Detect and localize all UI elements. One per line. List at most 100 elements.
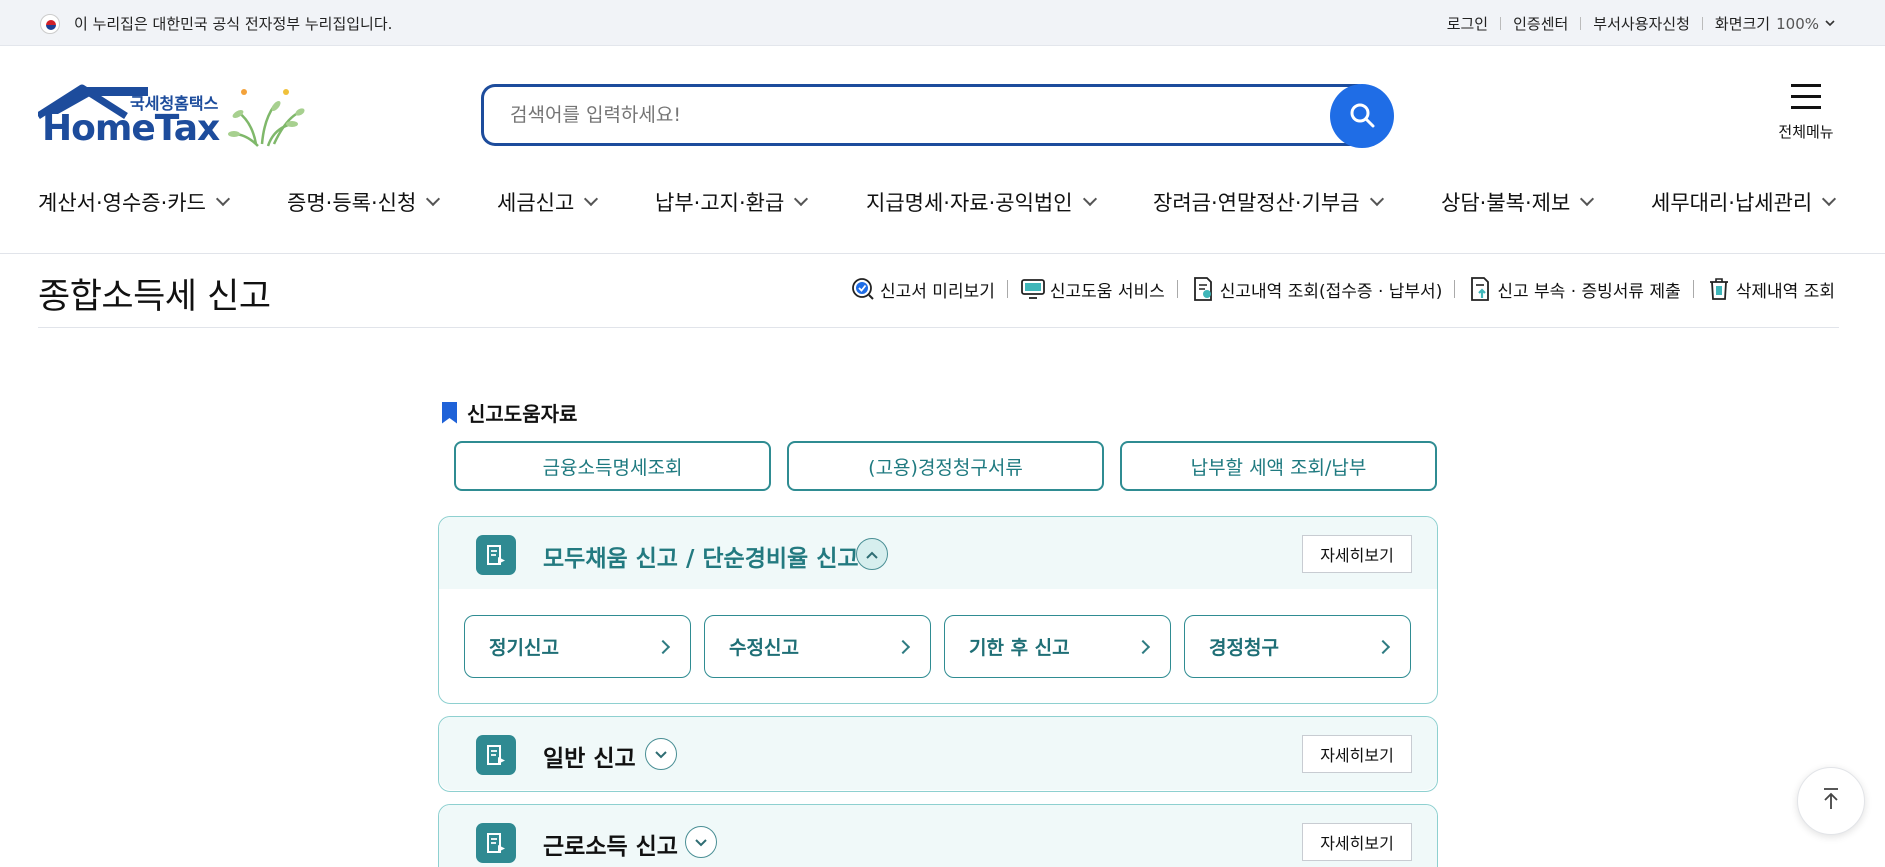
panel-header: 근로소득 신고 자세히보기 [439,805,1437,867]
divider [1454,280,1456,298]
refund-claim-button[interactable]: 경정청구 [1184,615,1411,678]
hometax-logo[interactable]: 국세청홈택스 HomeTax [36,84,308,154]
divider [1006,280,1008,298]
chevron-right-icon [895,639,911,654]
search-button[interactable] [1330,84,1394,148]
nav-item-incentives[interactable]: 장려금·연말정산·기부금 [1153,186,1384,218]
chevron-up-icon [865,545,879,564]
chevron-down-icon [426,191,441,207]
gov-notice-bar: 이 누리집은 대한민국 공식 전자정부 누리집입니다. 로그인 인증센터 부서사… [0,0,1885,46]
all-menu-label: 전체메뉴 [1778,123,1834,141]
nav-item-consulting[interactable]: 상담·불복·제보 [1441,186,1595,218]
nav-item-certificates[interactable]: 증명·등록·신청 [287,186,441,218]
regular-filing-button[interactable]: 정기신고 [464,615,691,678]
panel-earned-income-filing: 근로소득 신고 자세히보기 [438,804,1438,867]
nav-item-payment[interactable]: 납부·고지·환급 [655,186,809,218]
dept-user-apply-link[interactable]: 부서사용자신청 [1593,13,1690,34]
nav-item-label: 지급명세·자료·공익법인 [866,191,1073,215]
hamburger-icon [1791,84,1821,109]
detail-button[interactable]: 자세히보기 [1302,535,1412,573]
help-section-title: 신고도움자료 [442,398,577,427]
magnifier-check-icon [850,276,876,302]
gov-links: 로그인 인증센터 부서사용자신청 화면크기 100% [1447,13,1835,34]
document-search-icon [1190,276,1216,302]
gov-notice: 이 누리집은 대한민국 공식 전자정부 누리집입니다. [40,13,392,34]
panel-title: 일반 신고 [543,746,636,772]
panel-header: 모두채움 신고 / 단순경비율 신고 자세히보기 [439,517,1437,589]
search-input[interactable] [481,84,1347,146]
attachments-submit-link[interactable]: 신고 부속 · 증빙서류 제출 [1467,276,1681,302]
nav-item-invoices[interactable]: 계산서·영수증·카드 [38,186,230,218]
chevron-down-icon [1822,191,1837,207]
amended-filing-button[interactable]: 수정신고 [704,615,931,678]
divider [1692,280,1694,298]
util-label: 신고도움 서비스 [1049,281,1165,302]
panel-simple-filing: 모두채움 신고 / 단순경비율 신고 자세히보기 정기신고 수정신고 기한 후 … [438,516,1438,704]
filing-history-link[interactable]: 신고내역 조회(접수증 · 납부서) [1190,276,1443,302]
divider [1176,280,1178,298]
financial-income-button[interactable]: 금융소득명세조회 [454,441,771,491]
nav-item-tax-filing[interactable]: 세금신고 [497,186,599,218]
monitor-icon [1020,276,1046,302]
late-filing-button[interactable]: 기한 후 신고 [944,615,1171,678]
chevron-right-icon [1135,639,1151,654]
nav-item-label: 상담·불복·제보 [1441,191,1571,215]
expand-toggle[interactable] [685,826,717,858]
chevron-down-icon [584,191,599,207]
chevron-down-icon [215,191,230,207]
util-label: 삭제내역 조회 [1735,281,1835,302]
panel-title: 모두채움 신고 / 단순경비율 신고 [543,546,859,572]
logo-title: HomeTax [42,108,220,149]
util-label: 신고 부속 · 증빙서류 제출 [1497,281,1681,302]
search-icon [1348,101,1376,132]
chevron-down-icon [1580,191,1595,207]
nav-item-label: 세무대리·납세관리 [1651,191,1813,215]
nav-item-label: 증명·등록·신청 [287,191,417,215]
detail-button[interactable]: 자세히보기 [1302,823,1412,861]
nav-item-label: 납부·고지·환급 [655,191,785,215]
document-icon [476,535,516,575]
divider [1580,17,1582,30]
filing-help-link[interactable]: 신고도움 서비스 [1020,276,1165,302]
nav-item-tax-agent[interactable]: 세무대리·납세관리 [1651,186,1837,218]
document-upload-icon [1467,276,1493,302]
nav-item-statements[interactable]: 지급명세·자료·공익법인 [866,186,1097,218]
collapse-toggle[interactable] [856,538,888,570]
chevron-down-icon [694,833,708,852]
help-title-text: 신고도움자료 [467,402,578,426]
chevron-down-icon [1825,17,1835,30]
chevron-down-icon [1082,191,1097,207]
sub-button-label: 경정청구 [1209,637,1279,659]
tax-payment-query-button[interactable]: 납부할 세액 조회/납부 [1120,441,1437,491]
page-title: 종합소득세 신고 [38,277,271,317]
title-divider [38,327,1839,328]
sub-button-label: 정기신고 [489,637,559,659]
chevron-right-icon [655,639,671,654]
main-nav: 계산서·영수증·카드 증명·등록·신청 세금신고 납부·고지·환급 지급명세·자… [0,186,1885,254]
detail-button[interactable]: 자세히보기 [1302,735,1412,773]
korea-flag-icon [40,13,60,34]
gov-notice-text: 이 누리집은 대한민국 공식 전자정부 누리집입니다. [74,15,393,33]
arrow-up-icon [1821,787,1841,815]
chevron-right-icon [1375,639,1391,654]
cert-center-link[interactable]: 인증센터 [1513,13,1568,34]
bookmark-icon [442,401,457,424]
panel-title: 근로소득 신고 [543,834,678,860]
scroll-top-button[interactable] [1797,767,1865,835]
nav-item-label: 계산서·영수증·카드 [38,191,206,215]
login-link[interactable]: 로그인 [1447,13,1488,34]
deleted-history-link[interactable]: 삭제내역 조회 [1706,276,1835,302]
document-icon [476,735,516,775]
preview-form-link[interactable]: 신고서 미리보기 [850,276,995,302]
zoom-control[interactable]: 화면크기 100% [1715,13,1835,34]
util-label: 신고내역 조회(접수증 · 납부서) [1219,281,1443,302]
document-icon [476,823,516,863]
utility-links: 신고서 미리보기 신고도움 서비스 신고내역 조회(접수증 · 납부서) 신고 … [850,276,1835,302]
employment-refund-docs-button[interactable]: (고용)경정청구서류 [787,441,1104,491]
util-label: 신고서 미리보기 [879,281,995,302]
chevron-down-icon [654,745,668,764]
all-menu-button[interactable]: 전체메뉴 [1773,84,1839,142]
sub-button-label: 기한 후 신고 [969,637,1070,659]
expand-toggle[interactable] [645,738,677,770]
nav-item-label: 세금신고 [497,191,575,215]
